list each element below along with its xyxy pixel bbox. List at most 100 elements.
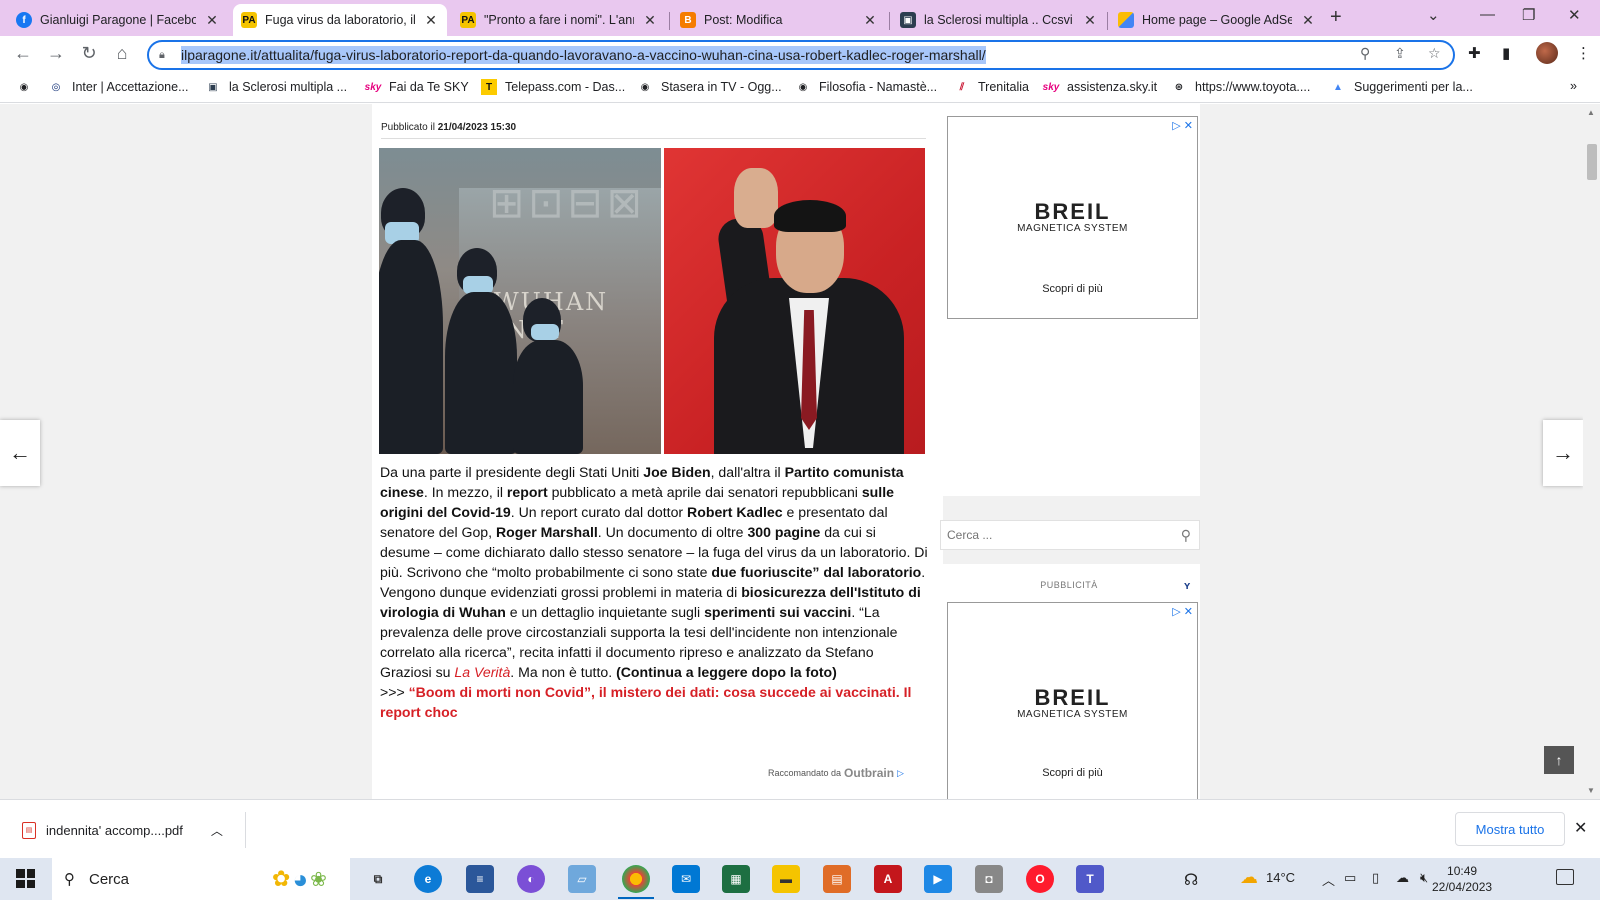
sky-go-icon[interactable]: ▶ bbox=[924, 865, 952, 893]
extensions-icon[interactable]: ✚ bbox=[1468, 44, 1481, 62]
tab-fuga-virus[interactable]: PA Fuga virus da laboratorio, il ✕ bbox=[233, 4, 447, 36]
bookmark-telepass[interactable]: T Telepass.com - Das... bbox=[481, 79, 625, 95]
lock-icon[interactable]: 🔒︎ bbox=[159, 49, 173, 62]
show-all-button[interactable]: Mostra tutto bbox=[1455, 812, 1565, 846]
address-bar[interactable]: 🔒︎ ilparagone.it/attualita/fuga-virus-la… bbox=[147, 40, 1455, 70]
window-close-icon[interactable]: ✕ bbox=[1568, 6, 1581, 24]
bookmark-inter[interactable]: ◎ Inter | Accettazione... bbox=[48, 79, 189, 95]
bookmark-star-icon[interactable]: ☆ bbox=[1428, 45, 1441, 62]
download-filename[interactable]: indennita' accomp....pdf bbox=[46, 823, 183, 838]
adchoices-icon[interactable]: ▷ ✕ bbox=[1172, 605, 1193, 618]
word-icon[interactable]: ≡ bbox=[466, 865, 494, 893]
scroll-up-icon[interactable]: ▲ bbox=[1587, 108, 1595, 117]
file-manager-icon[interactable]: ▱ bbox=[568, 865, 596, 893]
tab-adsense[interactable]: Home page – Google AdSe ✕ bbox=[1110, 4, 1324, 36]
tab-sclerosi[interactable]: ▣ la Sclerosi multipla .. Ccsvi ✕ bbox=[892, 4, 1106, 36]
side-panel-icon[interactable]: ▮ bbox=[1502, 44, 1510, 62]
opera-icon[interactable]: O bbox=[1026, 865, 1054, 893]
outbrain-widget[interactable]: Raccomandato da Outbrain ▷ bbox=[768, 766, 904, 780]
windows-start-icon[interactable] bbox=[16, 869, 35, 888]
device-icon[interactable]: ▯ bbox=[1372, 870, 1379, 886]
bookmark-toyota[interactable]: ⊛ https://www.toyota.... bbox=[1171, 79, 1311, 95]
close-icon[interactable]: ✕ bbox=[1574, 818, 1587, 838]
ad-banner-1[interactable]: ▷ ✕ BREIL MAGNETICA SYSTEM Scopri di più bbox=[947, 116, 1198, 319]
bookmarks-overflow-icon[interactable]: » bbox=[1570, 79, 1577, 93]
excel-icon[interactable]: ▦ bbox=[722, 865, 750, 893]
chevron-up-icon[interactable]: ︿ bbox=[1322, 870, 1335, 889]
scroll-down-icon[interactable]: ▼ bbox=[1587, 786, 1595, 795]
text: . In mezzo, il bbox=[423, 484, 507, 500]
back-icon[interactable]: ← bbox=[12, 43, 34, 64]
teams-icon[interactable]: T bbox=[1076, 865, 1104, 893]
tab-pronto-a-fare[interactable]: PA "Pronto a fare i nomi". L'anı ✕ bbox=[452, 4, 666, 36]
share-icon[interactable]: ⇪ bbox=[1394, 45, 1406, 62]
new-tab-button[interactable]: + bbox=[1330, 6, 1342, 29]
home-icon[interactable]: ⌂ bbox=[111, 43, 133, 64]
chrome-icon[interactable] bbox=[618, 865, 654, 899]
previous-article-button[interactable]: ← bbox=[0, 420, 40, 486]
download-item[interactable]: ▤ indennita' accomp....pdf ︿ bbox=[10, 812, 246, 848]
app-icon[interactable]: ◐ bbox=[517, 865, 545, 893]
source-link[interactable]: La Verità bbox=[454, 664, 510, 680]
tab-post-modifica[interactable]: B Post: Modifica ✕ bbox=[672, 4, 886, 36]
notifications-icon[interactable] bbox=[1556, 869, 1574, 885]
chevron-up-icon[interactable]: ︿ bbox=[211, 822, 223, 839]
clock[interactable]: 10:49 22/04/2023 bbox=[1432, 863, 1492, 895]
bookmark-stasera-tv[interactable]: ◉ Stasera in TV - Ogg... bbox=[637, 79, 782, 95]
bookmark-suggerimenti[interactable]: ▲ Suggerimenti per la... bbox=[1330, 79, 1473, 95]
bookmark-globe[interactable]: ◉ bbox=[16, 79, 32, 95]
scroll-thumb[interactable] bbox=[1587, 144, 1597, 180]
back-to-top-button[interactable]: ↑ bbox=[1544, 746, 1574, 774]
tab-facebook[interactable]: f Gianluigi Paragone | Facebo ✕ bbox=[8, 4, 228, 36]
related-article-link[interactable]: “Boom di morti non Covid”, il mistero de… bbox=[380, 684, 911, 720]
photo-xi-jinping bbox=[664, 148, 925, 454]
onedrive-icon[interactable]: ☁ bbox=[1396, 870, 1409, 886]
task-view-icon[interactable]: ⧉ bbox=[364, 865, 392, 893]
adchoices-icon[interactable]: ▷ bbox=[897, 768, 904, 779]
close-icon[interactable]: ✕ bbox=[1300, 12, 1316, 29]
volume-muted-icon[interactable]: 🔇︎ bbox=[1420, 870, 1428, 886]
battery-icon[interactable]: ▭ bbox=[1344, 870, 1356, 886]
close-icon[interactable]: ✕ bbox=[642, 12, 658, 29]
close-icon[interactable]: ✕ bbox=[204, 12, 220, 29]
ad-cta[interactable]: Scopri di più bbox=[948, 283, 1197, 295]
ad-cta[interactable]: Scopri di più bbox=[948, 767, 1197, 779]
close-icon[interactable]: ✕ bbox=[862, 12, 878, 29]
tab-search-chevron-icon[interactable]: ⌄ bbox=[1427, 6, 1440, 24]
temperature[interactable]: 14°C bbox=[1266, 870, 1295, 885]
bookmark-sky[interactable]: sky Fai da Te SKY bbox=[365, 79, 469, 95]
search-highlight-icon[interactable]: ✿ ◕ ❀ bbox=[272, 862, 346, 896]
close-icon[interactable]: ✕ bbox=[423, 12, 439, 29]
acrobat-icon[interactable]: A bbox=[874, 865, 902, 893]
search-icon[interactable]: ⚲ bbox=[1181, 527, 1191, 544]
menu-icon[interactable]: ⋮ bbox=[1576, 44, 1591, 62]
weather-icon[interactable]: ☁ bbox=[1240, 867, 1258, 888]
close-icon[interactable]: ✕ bbox=[1082, 12, 1098, 29]
profile-avatar[interactable] bbox=[1536, 42, 1558, 64]
reload-icon[interactable]: ↻ bbox=[78, 43, 100, 64]
article-body: Da una parte il presidente degli Stati U… bbox=[380, 462, 928, 722]
edge-icon[interactable]: e bbox=[414, 865, 442, 893]
forward-icon[interactable]: → bbox=[45, 43, 67, 64]
bookmark-trenitalia[interactable]: ⫽ Trenitalia bbox=[954, 79, 1029, 95]
url-text[interactable]: ilparagone.it/attualita/fuga-virus-labor… bbox=[181, 46, 986, 64]
document-icon[interactable]: ▤ bbox=[823, 865, 851, 893]
ad-banner-2[interactable]: ▷ ✕ BREIL MAGNETICA SYSTEM Scopri di più bbox=[947, 602, 1198, 799]
search-box[interactable]: ⚲ bbox=[940, 520, 1200, 550]
scrollbar[interactable]: ▲ ▼ bbox=[1583, 104, 1600, 799]
bookmark-filosofia[interactable]: ◉ Filosofia - Namastè... bbox=[795, 79, 937, 95]
adchoices-icon[interactable]: ▷ ✕ bbox=[1172, 119, 1193, 132]
search-input[interactable] bbox=[941, 521, 1151, 549]
camera-icon[interactable]: ◘ bbox=[975, 865, 1003, 893]
mail-icon[interactable]: ✉ bbox=[672, 865, 700, 893]
next-article-button[interactable]: → bbox=[1543, 420, 1583, 486]
folder-icon[interactable]: ▬ bbox=[772, 865, 800, 893]
zoom-icon[interactable]: ⚲ bbox=[1360, 45, 1370, 62]
minimize-icon[interactable]: — bbox=[1480, 6, 1495, 23]
divider bbox=[381, 138, 926, 139]
bookmark-sclerosi[interactable]: ▣ la Sclerosi multipla ... bbox=[205, 79, 347, 95]
tab-separator bbox=[1107, 12, 1108, 30]
people-icon[interactable]: ☊ bbox=[1184, 870, 1198, 890]
bookmark-assistenza-sky[interactable]: sky assistenza.sky.it bbox=[1043, 79, 1157, 95]
maximize-icon[interactable]: ❐ bbox=[1522, 6, 1535, 24]
